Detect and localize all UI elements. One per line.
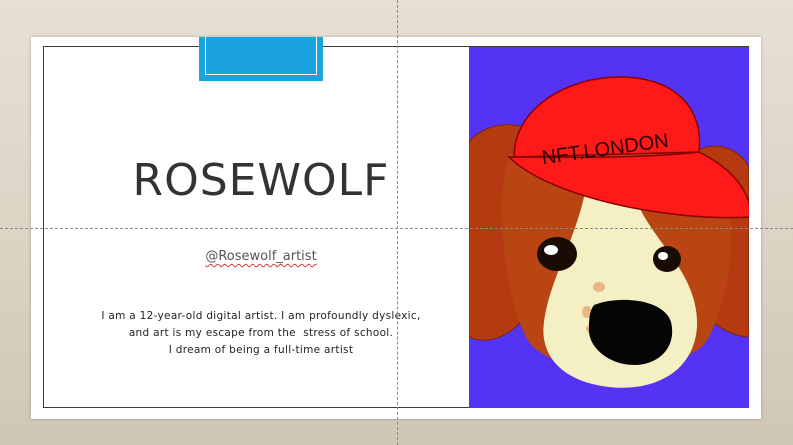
left-eye-shine [544,245,558,255]
bio-line: I am a 12-year-old digital artist. I am … [101,310,421,322]
bio-line: I dream of being a full-time artist [168,344,354,356]
bio-line: and art is my escape from the stress of … [128,327,394,339]
artist-handle[interactable]: @Rosewolf_artist [191,249,331,264]
accent-tab-border [205,37,317,75]
artist-bio[interactable]: I am a 12-year-old digital artist. I am … [91,308,431,359]
right-eye-shine [658,252,668,260]
freckle [593,282,605,292]
accent-tab [199,37,323,81]
left-eye [537,237,577,271]
right-eye [653,246,681,272]
slide-title[interactable]: ROSEWOLF [91,155,431,206]
horizontal-guide[interactable] [0,228,793,229]
vertical-guide[interactable] [397,0,398,445]
